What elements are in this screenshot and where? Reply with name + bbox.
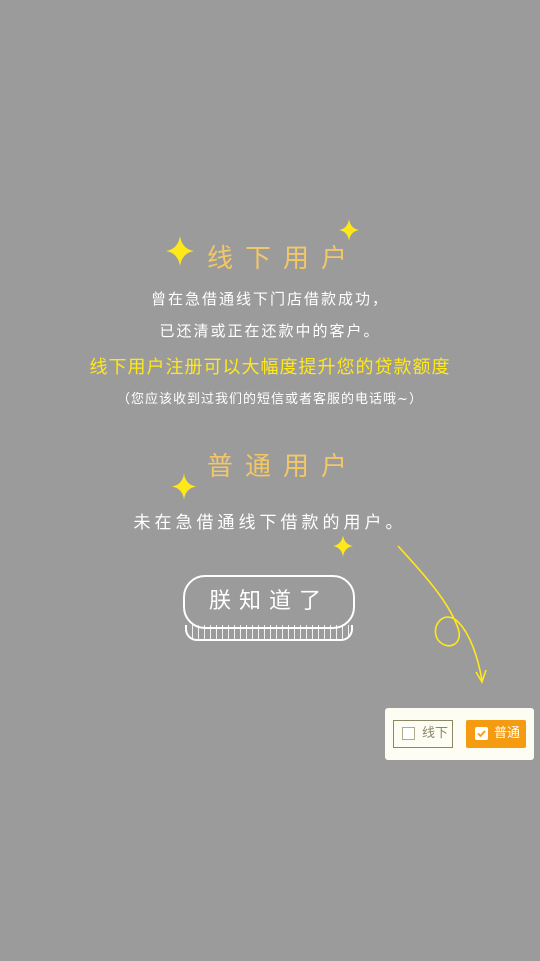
option-normal-label: 普通 [494, 726, 521, 741]
ok-button-base [185, 625, 353, 641]
option-offline[interactable]: 线下 [393, 720, 453, 748]
sparkle-icon [333, 535, 353, 557]
checkbox-checked-icon [475, 727, 488, 740]
offline-users-note: （您应该收到过我们的短信或者客服的电话哦~） [117, 392, 423, 407]
option-normal[interactable]: 普通 [466, 720, 526, 748]
checkbox-unchecked-icon [402, 727, 415, 740]
normal-users-title: 普通用户 [207, 452, 360, 482]
ok-button[interactable]: 朕知道了 [183, 575, 355, 629]
normal-users-line-1: 未在急借通线下借款的用户。 [133, 513, 407, 533]
offline-users-line-2: 已还清或正在还款中的客户。 [159, 322, 381, 340]
sparkle-icon [166, 236, 194, 266]
offline-users-title: 线下用户 [207, 244, 360, 274]
user-type-selector: 线下 普通 [385, 708, 534, 760]
offline-users-highlight: 线下用户注册可以大幅度提升您的贷款额度 [89, 357, 451, 378]
arrow-icon [397, 545, 487, 684]
offline-users-line-1: 曾在急借通线下门店借款成功， [150, 290, 389, 308]
option-offline-label: 线下 [422, 726, 449, 741]
sparkle-icon [172, 473, 196, 500]
